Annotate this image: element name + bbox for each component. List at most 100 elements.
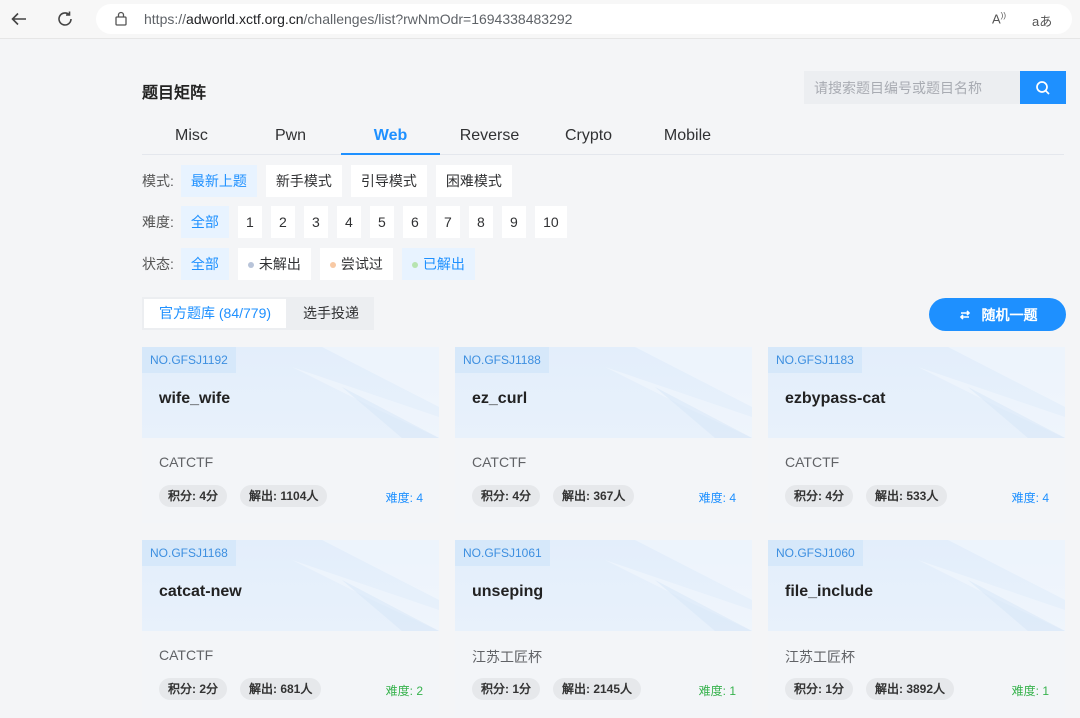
random-challenge-label: 随机一题 (981, 306, 1038, 323)
translate-icon[interactable]: aあ (1032, 11, 1052, 30)
challenge-card[interactable]: NO.GFSJ1168 catcat-new CATCTF 积分: 2分 解出: 681… (142, 540, 439, 716)
difficulty-option-6[interactable]: 6 (402, 206, 427, 238)
status-option-label: 全部 (190, 256, 219, 272)
random-challenge-button[interactable]: 随机一题 (929, 298, 1066, 331)
challenge-name: ez_curl (472, 390, 528, 407)
mode-option-hard[interactable]: 困难模式 (435, 165, 512, 197)
challenge-name: file_include (785, 583, 874, 600)
source-tabs: 官方题库 (84/779) 选手投递 (142, 297, 375, 330)
status-option-label: 已解出 (422, 256, 465, 272)
url-text: https://adworld.xctf.org.cn/challenges/l… (144, 11, 573, 27)
difficulty-label: 难度: 4 (698, 491, 736, 505)
score-badge: 积分: 4分 (472, 485, 541, 507)
score-badge: 积分: 1分 (472, 678, 541, 700)
mode-option-latest[interactable]: 最新上题 (180, 165, 257, 197)
back-arrow-icon (11, 12, 26, 26)
difficulty-option-10[interactable]: 10 (534, 206, 567, 238)
status-option-solved[interactable]: 已解出 (401, 248, 475, 280)
status-option-all[interactable]: 全部 (180, 248, 229, 280)
difficulty-option-3[interactable]: 3 (303, 206, 328, 238)
reload-icon (58, 11, 72, 26)
tab-misc[interactable]: Misc (142, 118, 241, 154)
difficulty-option-7[interactable]: 7 (435, 206, 460, 238)
search-input[interactable] (804, 71, 1020, 104)
challenge-number: NO.GFSJ1183 (768, 347, 862, 373)
score-badge: 积分: 1分 (785, 678, 854, 700)
challenge-card[interactable]: NO.GFSJ1183 ezbypass-cat CATCTF 积分: 4分 解出: 5… (768, 347, 1065, 523)
difficulty-option-8[interactable]: 8 (468, 206, 493, 238)
difficulty-option-2[interactable]: 2 (270, 206, 295, 238)
browser-toolbar: https://adworld.xctf.org.cn/challenges/l… (0, 0, 1080, 39)
solves-badge: 解出: 2145人 (553, 678, 642, 700)
mode-label: 模式: (142, 173, 174, 189)
score-badge: 积分: 4分 (785, 485, 854, 507)
challenge-name: wife_wife (159, 390, 231, 407)
difficulty-option-5[interactable]: 5 (369, 206, 394, 238)
solves-badge: 解出: 1104人 (240, 485, 328, 507)
search-button[interactable] (1020, 71, 1066, 104)
status-filter: 状态: 全部 未解出 尝试过 已解出 (142, 248, 484, 280)
solves-badge: 解出: 533人 (866, 485, 948, 507)
difficulty-label: 难度: 2 (385, 684, 423, 698)
challenge-number: NO.GFSJ1061 (455, 540, 550, 566)
challenge-source: 江苏工匠杯 (472, 649, 542, 665)
difficulty-option-1[interactable]: 1 (237, 206, 262, 238)
tab-mobile[interactable]: Mobile (638, 118, 737, 154)
mode-filter: 模式: 最新上题 新手模式 引导模式 困难模式 (142, 165, 521, 197)
tab-reverse[interactable]: Reverse (440, 118, 539, 154)
card-header: NO.GFSJ1168 catcat-new (142, 540, 439, 631)
back-button[interactable] (6, 6, 32, 32)
challenge-name: ezbypass-cat (785, 390, 886, 407)
address-bar[interactable]: https://adworld.xctf.org.cn/challenges/l… (96, 4, 1072, 34)
lock-icon (114, 11, 128, 31)
card-header: NO.GFSJ1192 wife_wife (142, 347, 439, 438)
difficulty-label: 难度: 4 (385, 491, 423, 505)
challenge-card[interactable]: NO.GFSJ1061 unseping 江苏工匠杯积分: 1分 解出: 2145人 难… (455, 540, 752, 716)
challenge-source: 江苏工匠杯 (785, 649, 855, 665)
challenge-source: CATCTF (472, 454, 527, 470)
search-icon (1036, 80, 1050, 95)
category-tabs: Misc Pwn Web Reverse Crypto Mobile (142, 118, 1064, 155)
score-badge: 积分: 2分 (159, 678, 228, 700)
tab-official-bank[interactable]: 官方题库 (84/779) (144, 299, 287, 328)
status-option-unsolved[interactable]: 未解出 (237, 248, 311, 280)
tab-player-submissions[interactable]: 选手投递 (288, 297, 374, 330)
challenge-source: CATCTF (785, 454, 840, 470)
status-option-label: 未解出 (258, 256, 301, 272)
solves-badge: 解出: 367人 (553, 485, 635, 507)
tab-web[interactable]: Web (341, 118, 440, 155)
challenge-card[interactable]: NO.GFSJ1060 file_include 江苏工匠杯积分: 1分 解出: 38… (768, 540, 1065, 716)
challenge-number: NO.GFSJ1188 (455, 347, 549, 373)
page-title: 题目矩阵 (142, 85, 207, 102)
challenge-number: NO.GFSJ1060 (768, 540, 863, 566)
status-option-attempted[interactable]: 尝试过 (319, 248, 393, 280)
status-label: 状态: (142, 256, 174, 272)
challenge-name: unseping (472, 583, 544, 600)
challenge-name: catcat-new (159, 583, 242, 600)
difficulty-option-9[interactable]: 9 (501, 206, 526, 238)
difficulty-label: 难度: 1 (698, 684, 736, 698)
tab-pwn[interactable]: Pwn (241, 118, 340, 154)
attempted-dot-icon (329, 262, 336, 268)
difficulty-label: 难度: 1 (1011, 684, 1049, 698)
solves-badge: 解出: 681人 (240, 678, 322, 700)
read-aloud-icon[interactable]: A)) (992, 11, 1006, 26)
challenge-card[interactable]: NO.GFSJ1192 wife_wife CATCTF 积分: 4分 解出: 1104… (142, 347, 439, 523)
reload-button[interactable] (52, 6, 78, 32)
difficulty-label: 难度: 4 (1011, 491, 1049, 505)
mode-option-beginner[interactable]: 新手模式 (265, 165, 342, 197)
challenge-number: NO.GFSJ1168 (142, 540, 236, 566)
challenge-card[interactable]: NO.GFSJ1188 ez_curl CATCTF 积分: 4分 解出: 367人 难度… (455, 347, 752, 523)
difficulty-label: 难度: (142, 214, 174, 230)
unsolved-dot-icon (247, 262, 254, 268)
solved-dot-icon (411, 262, 418, 268)
card-header: NO.GFSJ1061 unseping (455, 540, 752, 631)
difficulty-option-all[interactable]: 全部 (180, 206, 229, 238)
mode-option-guided[interactable]: 引导模式 (350, 165, 427, 197)
card-header: NO.GFSJ1188 ez_curl (455, 347, 752, 438)
tab-crypto[interactable]: Crypto (539, 118, 638, 154)
difficulty-option-4[interactable]: 4 (336, 206, 361, 238)
solves-badge: 解出: 3892人 (866, 678, 955, 700)
shuffle-icon (959, 309, 970, 320)
status-option-label: 尝试过 (340, 256, 383, 272)
